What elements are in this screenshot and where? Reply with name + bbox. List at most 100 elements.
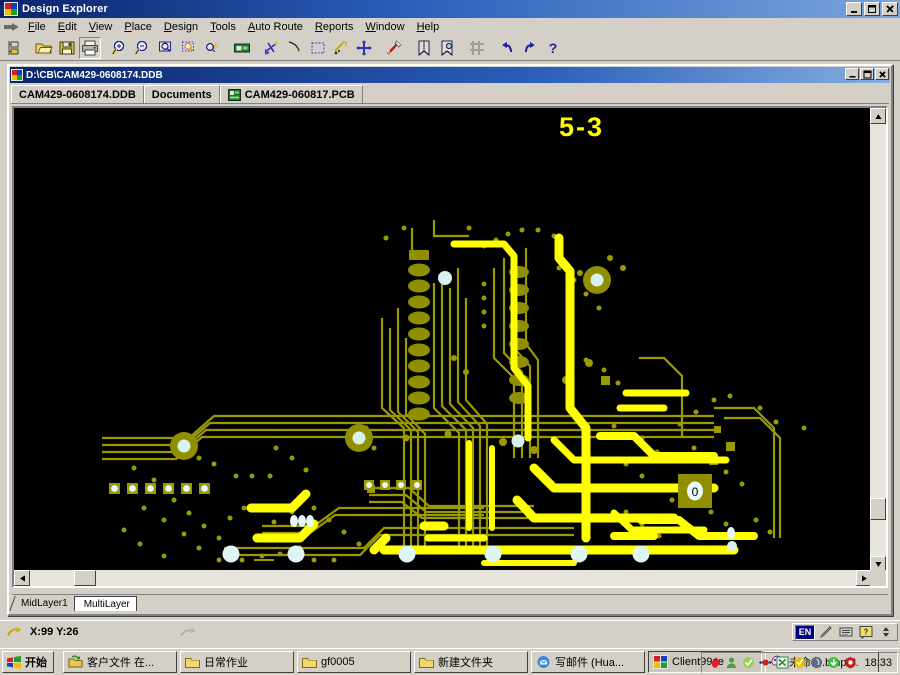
menu-item-help[interactable]: Help	[411, 20, 446, 34]
media-red-icon[interactable]	[707, 656, 721, 670]
explorer-window-icon	[68, 655, 83, 669]
select-area-icon[interactable]	[307, 37, 329, 59]
taskbar-item-0[interactable]: 客户文件 在...	[63, 651, 177, 673]
svg-text:0: 0	[692, 485, 699, 499]
menu-item-view[interactable]: View	[83, 20, 119, 34]
document-maximize-button[interactable]	[860, 68, 874, 80]
mail-icon	[536, 655, 551, 669]
taskbar-item-3[interactable]: 新建文件夹	[414, 651, 528, 673]
status-bar: X:99 Y:26 EN	[0, 620, 900, 642]
taskbar-item-3-label: 新建文件夹	[438, 654, 493, 670]
handwriting-pen-icon[interactable]	[817, 624, 835, 640]
taskbar-item-4-label: 写邮件 (Hua...	[555, 654, 624, 670]
ime-toolbar: EN ?	[792, 623, 898, 641]
security-red-icon[interactable]	[843, 656, 857, 670]
ime-updown-icon[interactable]	[877, 624, 895, 640]
menu-item-reports[interactable]: Reports	[309, 20, 360, 34]
app-title: Design Explorer	[22, 3, 108, 15]
taskbar-item-0-label: 客户文件 在...	[87, 654, 154, 670]
browse-components-icon[interactable]	[231, 37, 253, 59]
ime-language-indicator[interactable]: EN	[795, 625, 815, 640]
document-title: D:\CB\CAM429-0608174.DDB	[26, 70, 163, 81]
norton-yellow-icon[interactable]	[792, 656, 806, 670]
save-icon[interactable]	[56, 37, 78, 59]
tab-ddb-root[interactable]: CAM429-0608174.DDB	[11, 85, 144, 103]
ime-help-icon[interactable]: ?	[857, 624, 875, 640]
app-titlebar: Design Explorer	[0, 0, 900, 18]
menu-item-design[interactable]: Design	[158, 20, 204, 34]
zoom-out-icon[interactable]	[132, 37, 154, 59]
help-icon[interactable]: ?	[542, 37, 564, 59]
zoom-last-icon[interactable]	[201, 37, 223, 59]
layer-tab-multilayer[interactable]: MultiLayer	[74, 596, 137, 611]
app-minimize-button[interactable]	[846, 2, 862, 16]
layer-tabs: MidLayer1 MultiLayer	[12, 594, 888, 611]
menu-item-place[interactable]: Place	[118, 20, 158, 34]
canvas-vertical-scrollbar[interactable]	[870, 108, 886, 572]
pcb-document-icon	[228, 89, 241, 101]
app-close-button[interactable]	[882, 2, 898, 16]
redo-icon[interactable]	[519, 37, 541, 59]
tab-documents[interactable]: Documents	[144, 85, 220, 103]
pcb-view-3d-icon[interactable]	[436, 37, 458, 59]
pcb-canvas[interactable]: 0 0 0 5-3	[14, 108, 872, 572]
taskbar: 开始 客户文件 在... 日常作业	[0, 648, 900, 675]
design-explorer-icon	[4, 2, 18, 16]
tab-documents-label: Documents	[152, 89, 212, 101]
vertical-scroll-thumb[interactable]	[870, 498, 886, 520]
print-icon[interactable]	[79, 37, 101, 59]
folder-icon	[302, 656, 317, 669]
user-green-icon[interactable]	[724, 656, 738, 670]
pcb-view-icon[interactable]	[413, 37, 435, 59]
soft-keyboard-icon[interactable]	[837, 624, 855, 640]
document-close-button[interactable]	[875, 68, 889, 80]
pcb-canvas-container: 0 0 0 5-3	[12, 106, 888, 588]
update-green-icon[interactable]	[826, 656, 840, 670]
svg-text:?: ?	[864, 628, 869, 637]
grid-icon[interactable]	[466, 37, 488, 59]
ddb-document-icon	[11, 69, 23, 81]
menu-item-auto-route[interactable]: Auto Route	[242, 20, 309, 34]
tab-pcb-file[interactable]: CAM429-060817.PCB	[220, 85, 363, 103]
office-green-icon[interactable]	[775, 656, 789, 670]
system-tray: 18:33	[701, 652, 898, 673]
deselect-icon[interactable]	[330, 37, 352, 59]
measure-icon[interactable]	[284, 37, 306, 59]
folder-icon	[185, 656, 200, 669]
move-icon[interactable]	[353, 37, 375, 59]
canvas-horizontal-scrollbar[interactable]	[14, 570, 872, 586]
taskbar-item-4[interactable]: 写邮件 (Hua...	[531, 651, 645, 673]
taskbar-item-2[interactable]: gf0005	[297, 651, 411, 673]
tab-pcb-file-label: CAM429-060817.PCB	[245, 89, 355, 101]
system-gray-icon[interactable]	[809, 656, 823, 670]
cut-track-icon[interactable]	[261, 37, 283, 59]
tray-clock[interactable]: 18:33	[864, 657, 892, 669]
document-titlebar: D:\CB\CAM429-0608174.DDB	[10, 67, 890, 83]
menu-item-tools[interactable]: Tools	[204, 20, 242, 34]
menu-item-file[interactable]: FFileile	[22, 20, 52, 34]
scrollbar-corner	[870, 570, 886, 586]
menu-item-window[interactable]: Window	[359, 20, 410, 34]
layer-tab-midlayer1[interactable]: MidLayer1	[12, 596, 74, 611]
folder-icon	[419, 656, 434, 669]
explorer-panel-icon[interactable]	[3, 37, 25, 59]
menu-item-edit[interactable]: Edit	[52, 20, 83, 34]
zoom-selection-icon[interactable]	[178, 37, 200, 59]
horizontal-scroll-thumb[interactable]	[74, 570, 96, 586]
undo-icon[interactable]	[496, 37, 518, 59]
app-maximize-button[interactable]	[864, 2, 880, 16]
open-folder-icon[interactable]	[33, 37, 55, 59]
scroll-up-button[interactable]	[870, 108, 886, 124]
zoom-document-icon[interactable]	[155, 37, 177, 59]
zoom-in-icon[interactable]	[109, 37, 131, 59]
clear-errors-icon[interactable]	[383, 37, 405, 59]
taskbar-item-1[interactable]: 日常作业	[180, 651, 294, 673]
start-button[interactable]: 开始	[2, 651, 54, 673]
design-explorer-icon	[653, 655, 668, 669]
document-minimize-button[interactable]	[845, 68, 859, 80]
network-icon[interactable]	[758, 656, 772, 670]
antivirus-shield-icon[interactable]	[741, 656, 755, 670]
start-button-label: 开始	[25, 654, 47, 670]
scroll-left-button[interactable]	[14, 570, 30, 586]
menu-collapse-icon[interactable]	[2, 20, 22, 34]
